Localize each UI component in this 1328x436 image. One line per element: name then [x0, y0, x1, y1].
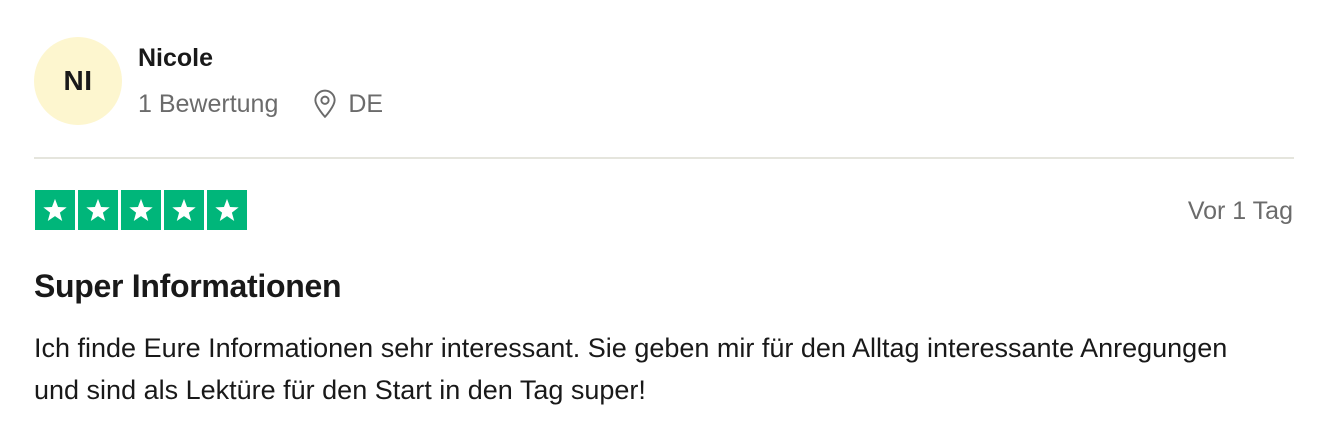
review-count: 1 Bewertung: [138, 89, 279, 118]
location-pin-icon: [312, 89, 338, 119]
author-name[interactable]: Nicole: [138, 43, 213, 73]
star-icon: [78, 190, 118, 230]
review-title[interactable]: Super Informationen: [34, 266, 342, 306]
country-code: DE: [348, 89, 384, 118]
star-icon: [164, 190, 204, 230]
avatar[interactable]: NI: [34, 37, 122, 125]
author-meta: 1 Bewertung DE: [138, 88, 383, 120]
star-icon: [207, 190, 247, 230]
review-date: Vor 1 Tag: [1187, 197, 1293, 225]
star-rating: [35, 190, 247, 230]
star-icon: [121, 190, 161, 230]
review-card: NI Nicole 1 Bewertung DE Vor 1 Tag Super…: [0, 0, 1328, 436]
avatar-initials: NI: [63, 65, 93, 96]
review-text: Ich finde Eure Informationen sehr intere…: [34, 333, 1228, 405]
star-icon: [35, 190, 75, 230]
divider: [34, 157, 1294, 159]
